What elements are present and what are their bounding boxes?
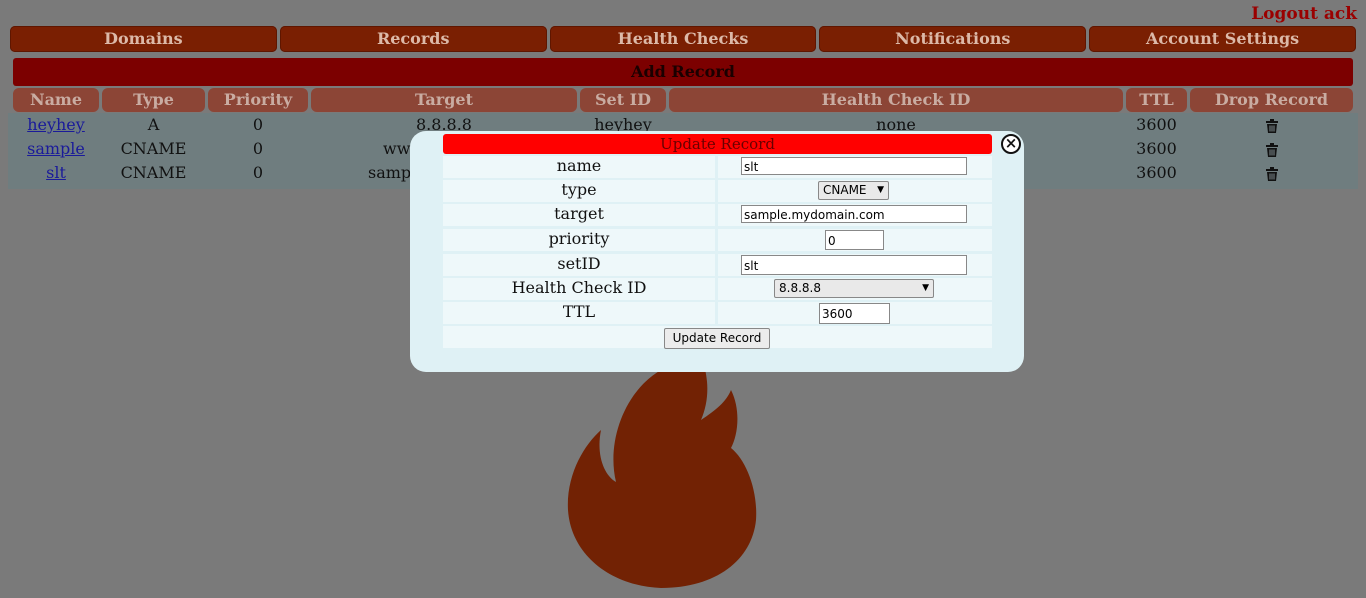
modal-title: Update Record (443, 134, 992, 154)
cell-ttl: 3600 (1136, 115, 1177, 134)
header-drop-record: Drop Record (1190, 88, 1353, 112)
field-row-priority: priority 0 (443, 229, 992, 251)
record-name-link[interactable]: heyhey (27, 115, 85, 134)
field-label-target: target (443, 204, 715, 226)
header-priority: Priority (208, 88, 308, 112)
cell-type: CNAME (120, 163, 187, 182)
tab-domains[interactable]: Domains (10, 26, 277, 52)
close-icon[interactable]: × (1001, 134, 1021, 154)
field-label-type: type (443, 180, 715, 202)
cell-ttl: 3600 (1136, 163, 1177, 182)
field-cell-priority: 0 (718, 229, 992, 251)
target-input[interactable]: sample.mydomain.com (741, 205, 967, 223)
trash-icon[interactable] (1265, 166, 1278, 181)
health-check-select-value: 8.8.8.8 (779, 281, 821, 295)
record-name-link[interactable]: slt (46, 163, 66, 182)
cell-priority: 0 (252, 139, 264, 158)
field-label-setid: setID (443, 254, 715, 276)
trash-icon[interactable] (1265, 118, 1278, 133)
type-select[interactable]: CNAME ▼ (818, 181, 889, 200)
cell-name[interactable]: heyhey (13, 113, 99, 137)
chevron-down-icon: ▼ (922, 283, 929, 293)
cell-priority: 0 (252, 115, 264, 134)
tab-account-settings[interactable]: Account Settings (1089, 26, 1356, 52)
cell-name[interactable]: slt (13, 161, 99, 185)
field-row-target: target sample.mydomain.com (443, 204, 992, 226)
records-table-header: Name Type Priority Target Set ID Health … (13, 88, 1353, 112)
setid-input[interactable]: slt (741, 255, 967, 275)
header-type: Type (102, 88, 205, 112)
cell-priority: 0 (252, 163, 264, 182)
field-cell-setid: slt (718, 254, 992, 276)
field-cell-type: CNAME ▼ (718, 180, 992, 202)
main-nav: Domains Records Health Checks Notificati… (10, 26, 1356, 52)
cell-name[interactable]: sample (13, 137, 99, 161)
field-row-ttl: TTL 3600 (443, 302, 992, 324)
field-label-health-check-id: Health Check ID (443, 278, 715, 300)
add-record-button[interactable]: Add Record (13, 58, 1353, 86)
update-record-modal: Update Record × name slt type CNAME ▼ tar… (410, 131, 1024, 372)
chevron-down-icon: ▼ (877, 185, 884, 195)
tab-notifications[interactable]: Notifications (819, 26, 1087, 52)
header-target: Target (311, 88, 577, 112)
cell-drop (1190, 137, 1353, 161)
cell-drop (1190, 161, 1353, 185)
field-label-priority: priority (443, 229, 715, 251)
tab-health-checks[interactable]: Health Checks (549, 26, 817, 52)
header-set-id: Set ID (580, 88, 666, 112)
tab-records[interactable]: Records (279, 26, 547, 52)
logout-link[interactable]: Logout ack (1251, 4, 1357, 24)
field-row-type: type CNAME ▼ (443, 180, 992, 202)
update-record-button[interactable]: Update Record (664, 328, 770, 349)
field-cell-name: slt (718, 156, 992, 178)
health-check-select[interactable]: 8.8.8.8 ▼ (774, 279, 934, 298)
cell-type: CNAME (120, 139, 187, 158)
field-row-setid: setID slt (443, 254, 992, 276)
cell-ttl: 3600 (1136, 139, 1177, 158)
header-name: Name (13, 88, 99, 112)
priority-input[interactable]: 0 (825, 230, 884, 250)
field-row-name: name slt (443, 156, 992, 178)
name-input[interactable]: slt (741, 157, 967, 175)
field-label-ttl: TTL (443, 302, 715, 324)
cell-drop (1190, 113, 1353, 137)
field-label-name: name (443, 156, 715, 178)
field-cell-health-check-id: 8.8.8.8 ▼ (718, 278, 992, 300)
type-select-value: CNAME (823, 183, 867, 197)
field-cell-target: sample.mydomain.com (718, 204, 992, 226)
record-name-link[interactable]: sample (27, 139, 85, 158)
field-cell-ttl: 3600 (718, 302, 992, 324)
trash-icon[interactable] (1265, 142, 1278, 157)
ttl-input[interactable]: 3600 (819, 303, 890, 324)
field-row-health-check-id: Health Check ID 8.8.8.8 ▼ (443, 278, 992, 300)
submit-row: Update Record (443, 326, 992, 349)
header-ttl: TTL (1126, 88, 1187, 112)
header-health-check-id: Health Check ID (669, 88, 1123, 112)
cell-type: A (147, 115, 160, 134)
